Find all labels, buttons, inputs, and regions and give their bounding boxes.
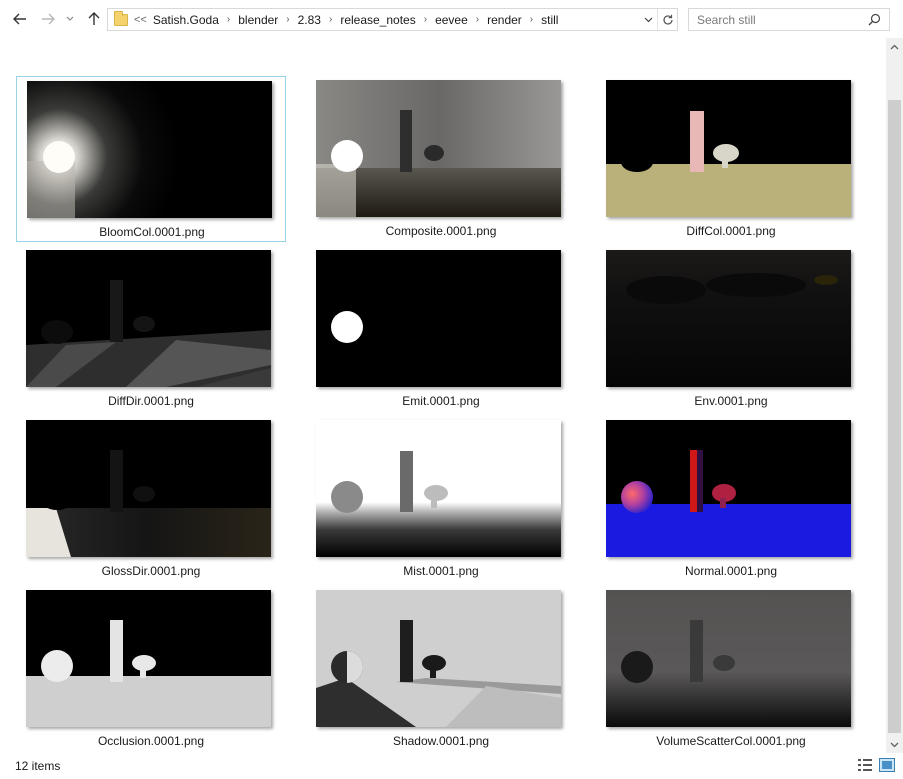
file-name: BloomCol.0001.png xyxy=(99,225,205,239)
file-name: GlossDir.0001.png xyxy=(101,564,201,578)
file-item-shadow[interactable]: Shadow.0001.png xyxy=(306,586,576,752)
chevron-down-icon xyxy=(66,16,74,21)
file-name: DiffDir.0001.png xyxy=(108,394,194,408)
chevron-down-icon xyxy=(890,742,899,747)
file-item-occlusion[interactable]: Occlusion.0001.png xyxy=(16,586,286,752)
scroll-down-button[interactable] xyxy=(886,736,903,753)
thumbnail-image xyxy=(27,81,272,218)
breadcrumb-item[interactable]: 2.83 xyxy=(298,13,321,27)
thumbnail-image xyxy=(26,590,271,727)
breadcrumb-separator[interactable]: › xyxy=(329,14,332,25)
breadcrumb-overflow[interactable]: << xyxy=(134,14,147,26)
vertical-scrollbar[interactable] xyxy=(886,38,903,753)
scroll-up-button[interactable] xyxy=(886,38,903,55)
file-name: VolumeScatterCol.0001.png xyxy=(656,734,806,748)
thumbnail-image xyxy=(316,590,561,727)
file-view: BloomCol.0001.png Composite.0001.png Dif… xyxy=(0,38,886,753)
up-button[interactable] xyxy=(84,9,104,29)
search-icon[interactable] xyxy=(868,13,881,26)
file-item-normal[interactable]: Normal.0001.png xyxy=(596,416,866,582)
file-name: Normal.0001.png xyxy=(684,564,778,578)
breadcrumb-separator[interactable]: › xyxy=(476,14,479,25)
file-name: Env.0001.png xyxy=(694,394,768,408)
breadcrumb-separator[interactable]: › xyxy=(286,14,289,25)
chevron-up-icon xyxy=(890,44,899,49)
thumbnail-image xyxy=(606,420,851,557)
file-name: Occlusion.0001.png xyxy=(97,734,205,748)
thumbnail-image xyxy=(316,80,561,217)
item-count: 12 items xyxy=(15,759,61,773)
breadcrumb-item[interactable]: blender xyxy=(238,13,278,27)
refresh-icon xyxy=(662,14,673,25)
refresh-button[interactable] xyxy=(657,9,677,30)
breadcrumb-item[interactable]: eevee xyxy=(435,13,468,27)
file-item-glossdir[interactable]: GlossDir.0001.png xyxy=(16,416,286,582)
status-bar: 12 items xyxy=(0,753,903,779)
thumbnail-image xyxy=(606,590,851,727)
thumbnail-image xyxy=(316,250,561,387)
details-view-icon xyxy=(858,759,872,771)
search-box[interactable] xyxy=(688,8,890,31)
file-name: Shadow.0001.png xyxy=(392,734,490,748)
file-name: DiffCol.0001.png xyxy=(686,224,776,238)
file-item-diffdir[interactable]: DiffDir.0001.png xyxy=(16,246,286,412)
breadcrumb-separator[interactable]: › xyxy=(530,14,533,25)
file-item-bloomcol[interactable]: BloomCol.0001.png xyxy=(16,76,286,242)
file-item-env[interactable]: Env.0001.png xyxy=(596,246,866,412)
file-item-emit[interactable]: Emit.0001.png xyxy=(306,246,576,412)
arrow-right-icon xyxy=(42,13,55,25)
address-bar[interactable]: << Satish.Goda › blender › 2.83 › releas… xyxy=(107,8,678,31)
thumbnail-image xyxy=(606,250,851,387)
breadcrumb-separator[interactable]: › xyxy=(227,14,230,25)
back-button[interactable] xyxy=(10,9,30,29)
large-icons-view-icon xyxy=(879,758,895,772)
forward-button[interactable] xyxy=(38,9,58,29)
arrow-left-icon xyxy=(13,13,26,25)
recent-locations-button[interactable] xyxy=(63,9,77,29)
details-view-button[interactable] xyxy=(857,758,873,772)
file-item-volumescattercol[interactable]: VolumeScatterCol.0001.png xyxy=(596,586,866,752)
thumbnail-image xyxy=(26,420,271,557)
file-item-composite[interactable]: Composite.0001.png xyxy=(306,76,576,242)
breadcrumb-item[interactable]: release_notes xyxy=(340,13,415,27)
arrow-up-icon xyxy=(88,12,100,25)
file-name: Composite.0001.png xyxy=(385,224,497,238)
file-name: Emit.0001.png xyxy=(402,394,480,408)
file-name: Mist.0001.png xyxy=(403,564,479,578)
breadcrumb-item[interactable]: render xyxy=(487,13,522,27)
breadcrumb-item[interactable]: Satish.Goda xyxy=(153,13,219,27)
chevron-down-icon xyxy=(644,17,652,22)
navigation-toolbar: << Satish.Goda › blender › 2.83 › releas… xyxy=(0,0,903,38)
thumbnail-image xyxy=(606,80,851,217)
large-icons-view-button[interactable] xyxy=(879,758,895,772)
breadcrumb-separator[interactable]: › xyxy=(424,14,427,25)
breadcrumb-item[interactable]: still xyxy=(541,13,558,27)
folder-icon xyxy=(114,10,128,26)
address-dropdown-button[interactable] xyxy=(639,9,657,30)
file-item-mist[interactable]: Mist.0001.png xyxy=(306,416,576,582)
search-input[interactable] xyxy=(697,12,857,27)
thumbnail-image xyxy=(316,420,561,557)
file-item-diffcol[interactable]: DiffCol.0001.png xyxy=(596,76,866,242)
thumbnail-image xyxy=(26,250,271,387)
scrollbar-thumb[interactable] xyxy=(888,100,901,733)
